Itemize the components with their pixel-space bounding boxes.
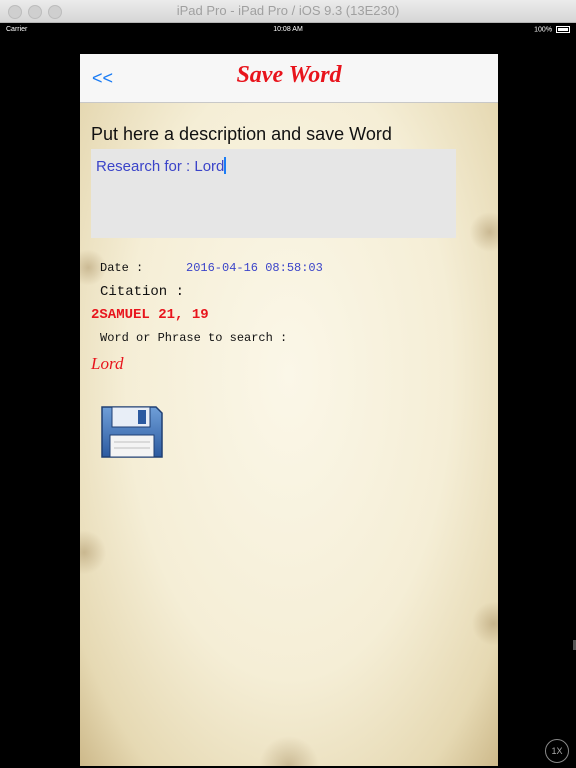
search-word-label: Word or Phrase to search : bbox=[100, 331, 288, 345]
battery-percent: 100% bbox=[534, 26, 553, 34]
save-button[interactable] bbox=[100, 405, 164, 459]
battery-indicator: 100% bbox=[534, 26, 570, 33]
zoom-level-badge[interactable]: 1X bbox=[545, 739, 569, 763]
citation-label: Citation : bbox=[100, 284, 185, 300]
window-title: iPad Pro - iPad Pro / iOS 9.3 (13E230) bbox=[176, 3, 400, 18]
page-title: Save Word bbox=[236, 62, 342, 88]
description-textarea[interactable]: Research for : Lord bbox=[91, 149, 456, 238]
description-text: Research for : Lord bbox=[96, 158, 225, 175]
ios-status-bar: Carrier 10:08 AM 100% bbox=[0, 23, 576, 37]
text-cursor bbox=[224, 157, 227, 174]
citation-value: 2SAMUEL 21, 19 bbox=[91, 307, 209, 323]
search-word-value: Lord bbox=[91, 354, 124, 373]
date-value: 2016-04-16 08:58:03 bbox=[186, 261, 323, 275]
app-screen: << Save Word Put here a description and … bbox=[80, 54, 498, 766]
navigation-bar: << Save Word bbox=[80, 54, 498, 103]
battery-icon bbox=[556, 26, 570, 33]
date-label: Date : bbox=[100, 261, 144, 275]
floppy-disk-icon bbox=[101, 406, 163, 458]
simulator-title-bar: iPad Pro - iPad Pro / iOS 9.3 (13E230) bbox=[0, 0, 576, 23]
description-label: Put here a description and save Word bbox=[91, 124, 392, 144]
status-time: 10:08 AM bbox=[273, 26, 303, 33]
